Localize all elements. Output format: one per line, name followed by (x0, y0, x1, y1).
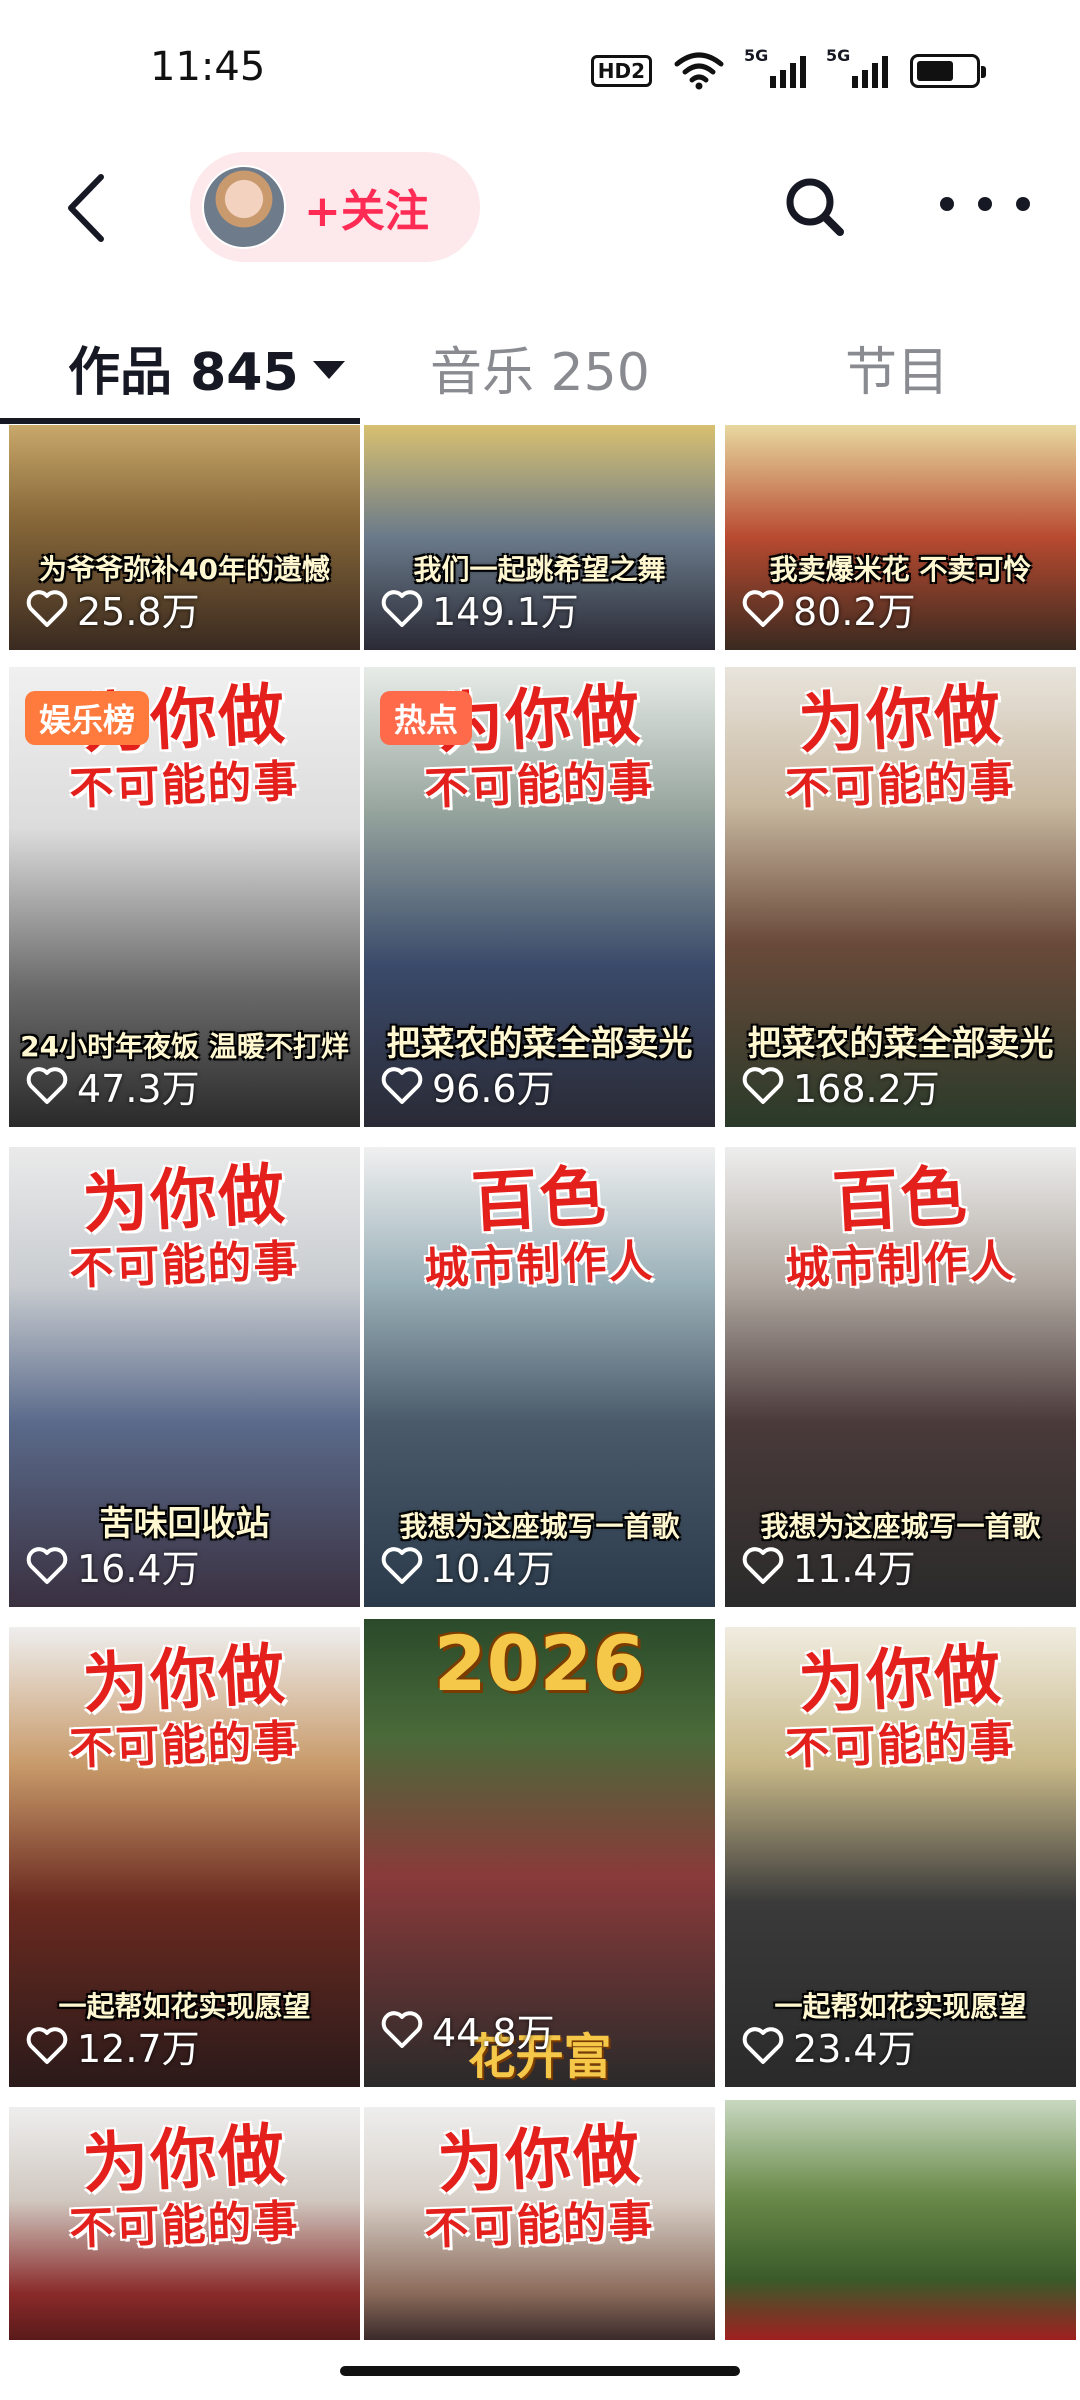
video-title: 为你做 (435, 2115, 644, 2204)
like-count: 12.7万 (25, 2018, 200, 2073)
video-subtitle: 不可能的事 (784, 756, 1017, 815)
more-button[interactable] (940, 184, 1030, 224)
like-count: 25.8万 (25, 581, 200, 636)
video-subtitle: 城市制作人 (784, 1236, 1017, 1295)
video-title: 为你做 (80, 2115, 289, 2204)
profile-tabs: 作品 845 音乐 250 节目 (0, 310, 1080, 425)
caret-down-icon[interactable] (312, 361, 345, 379)
heart-icon (381, 589, 423, 627)
video-title: 为你做 (796, 675, 1005, 764)
status-icons: HD2 5G 5G (590, 46, 986, 90)
video-tile[interactable]: 为你做 不可能的事 把菜农的菜全部卖光 168.2万 (725, 667, 1076, 1127)
search-icon (786, 178, 844, 236)
follow-button[interactable]: +关注 (190, 152, 480, 262)
heart-icon (381, 1546, 423, 1584)
hd-voice-icon: HD2 (590, 55, 652, 87)
like-count: 23.4万 (741, 2018, 916, 2073)
video-subtitle: 不可能的事 (423, 756, 656, 815)
wifi-icon (674, 52, 724, 90)
heart-icon (742, 2026, 784, 2064)
video-subtitle: 不可能的事 (68, 1236, 301, 1295)
status-time: 11:45 (150, 44, 266, 90)
video-grid: 为爷爷弥补40年的遗憾 25.8万 我们一起跳希望之舞 149.1万 我卖爆米花… (0, 425, 1080, 2340)
video-tile[interactable]: 为你做 不可能的事 娱乐榜 24小时年夜饭 温暖不打烊 47.3万 (9, 667, 360, 1127)
video-title: 为你做 (80, 1635, 289, 1724)
heart-icon (742, 589, 784, 627)
video-subtitle: 城市制作人 (423, 1236, 656, 1295)
heart-icon (381, 2010, 423, 2048)
video-subtitle: 不可能的事 (423, 2196, 656, 2255)
tab-music[interactable]: 音乐 250 (430, 322, 650, 412)
like-count: 10.4万 (380, 1538, 555, 1593)
video-title: 百色 (830, 1157, 971, 1242)
heart-icon (381, 1066, 423, 1104)
video-subtitle: 不可能的事 (68, 756, 301, 815)
heart-icon (742, 1066, 784, 1104)
video-tile[interactable]: 我们一起跳希望之舞 149.1万 (364, 425, 715, 650)
signal-5g-icon: 5G (744, 46, 806, 88)
heart-icon (26, 2026, 68, 2064)
chevron-left-icon (68, 174, 104, 242)
like-count: 44.8万 (380, 2002, 555, 2057)
like-count: 168.2万 (741, 1058, 940, 1113)
heart-icon (742, 1546, 784, 1584)
like-count: 80.2万 (741, 581, 916, 636)
video-tile[interactable]: 百色 城市制作人 我想为这座城写一首歌 11.4万 (725, 1147, 1076, 1607)
video-tile[interactable]: 为你做 不可能的事 (9, 2107, 360, 2340)
search-button[interactable] (780, 172, 850, 242)
video-tile[interactable]: 为你做 不可能的事 一起帮如花实现愿望 12.7万 (9, 1627, 360, 2087)
heart-icon (26, 1066, 68, 1104)
tab-works[interactable]: 作品 845 (68, 322, 345, 412)
video-tile[interactable]: 我卖爆米花 不卖可怜 80.2万 (725, 425, 1076, 650)
video-title: 为你做 (80, 1155, 289, 1244)
more-dots-icon (940, 197, 954, 211)
home-indicator[interactable] (340, 2366, 740, 2376)
status-bar: 11:45 HD2 5G 5G (0, 0, 1080, 110)
video-subtitle: 不可能的事 (784, 1716, 1017, 1775)
video-tile[interactable]: 为你做 不可能的事 (364, 2107, 715, 2340)
video-subtitle: 不可能的事 (68, 1716, 301, 1775)
like-count: 96.6万 (380, 1058, 555, 1113)
video-tile[interactable]: 为你做 不可能的事 苦味回收站 16.4万 (9, 1147, 360, 1607)
tab-works-label: 作品 845 (68, 342, 299, 403)
signal-5g-icon: 5G (826, 46, 888, 88)
video-tile[interactable]: 百色 城市制作人 我想为这座城写一首歌 10.4万 (364, 1147, 715, 1607)
heart-icon (26, 589, 68, 627)
profile-header: +关注 (0, 140, 1080, 270)
ranking-badge: 娱乐榜 (25, 691, 150, 745)
video-tile[interactable]: 2026 花开富 44.8万 (364, 1619, 715, 2087)
battery-icon (910, 54, 986, 88)
video-tile[interactable]: 为你做 不可能的事 一起帮如花实现愿望 23.4万 (725, 1627, 1076, 2087)
video-tile[interactable]: 为你做 不可能的事 热点 把菜农的菜全部卖光 96.6万 (364, 667, 715, 1127)
video-title: 2026 (433, 1619, 646, 1708)
video-title: 百色 (469, 1157, 610, 1242)
like-count: 16.4万 (25, 1538, 200, 1593)
back-button[interactable] (50, 168, 120, 248)
avatar[interactable] (202, 165, 286, 249)
like-count: 149.1万 (380, 581, 579, 636)
video-tile[interactable] (725, 2100, 1076, 2340)
video-title: 为你做 (796, 1635, 1005, 1724)
tab-programs[interactable]: 节目 (845, 322, 949, 412)
active-tab-indicator (0, 418, 360, 424)
follow-label: +关注 (304, 186, 429, 237)
heart-icon (26, 1546, 68, 1584)
like-count: 11.4万 (741, 1538, 916, 1593)
video-tile[interactable]: 为爷爷弥补40年的遗憾 25.8万 (9, 425, 360, 650)
video-subtitle: 不可能的事 (68, 2196, 301, 2255)
like-count: 47.3万 (25, 1058, 200, 1113)
trending-badge: 热点 (380, 691, 473, 745)
